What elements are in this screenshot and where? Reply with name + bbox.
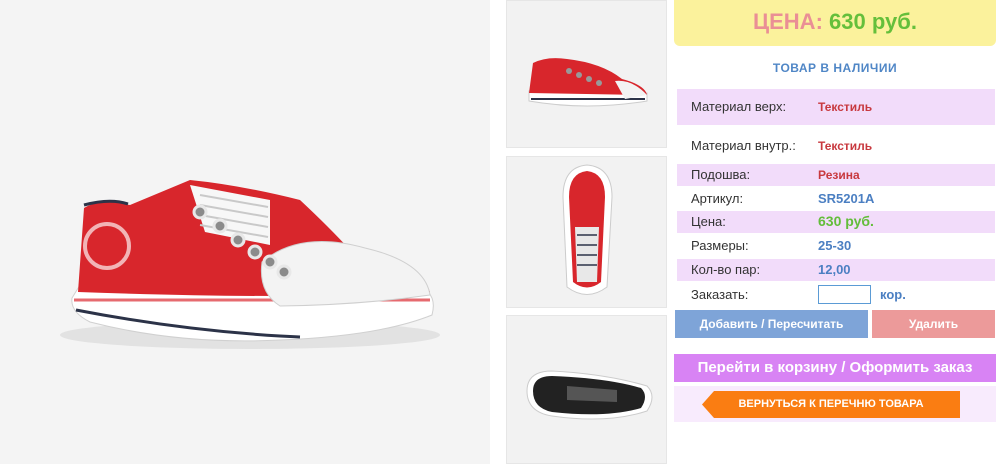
sneaker-thumb-top: [562, 164, 613, 295]
detail-key: Кол-во пар:: [691, 262, 761, 277]
detail-key: Подошва:: [691, 167, 751, 182]
thumbnail-side-view[interactable]: [506, 0, 667, 148]
detail-row-price: Цена: 630 руб.: [677, 211, 995, 233]
detail-row-pairs: Кол-во пар: 12,00: [677, 259, 995, 281]
thumbnail-top-view[interactable]: [506, 156, 667, 308]
stock-status: ТОВАР В НАЛИЧИИ: [772, 61, 898, 75]
thumbnail-sole-view[interactable]: [506, 315, 667, 464]
back-to-list-button[interactable]: ВЕРНУТЬСЯ К ПЕРЕЧНЮ ТОВАРА: [702, 391, 960, 418]
detail-value: Резина: [818, 168, 860, 182]
go-to-cart-button[interactable]: Перейти в корзину / Оформить заказ: [674, 354, 996, 382]
price-label: ЦЕНА:: [753, 9, 823, 34]
order-quantity-input[interactable]: [818, 285, 871, 304]
detail-key: Материал верх:: [691, 99, 787, 114]
price-header: ЦЕНА: 630 руб.: [674, 0, 996, 46]
detail-value: 25-30: [818, 238, 852, 253]
detail-value: Текстиль: [818, 100, 873, 114]
detail-row-sole: Подошва: Резина: [677, 164, 995, 186]
add-recalculate-button[interactable]: Добавить / Пересчитать: [675, 310, 868, 338]
detail-key: Цена:: [691, 214, 726, 229]
order-label: Заказать:: [691, 287, 749, 302]
detail-value: SR5201A: [818, 191, 875, 206]
detail-key: Материал внутр.:: [691, 138, 796, 153]
order-unit: кор.: [880, 287, 906, 302]
detail-key: Артикул:: [691, 191, 744, 206]
detail-value: 12,00: [818, 262, 851, 277]
detail-value: 630 руб.: [818, 213, 874, 229]
sneaker-side-image: [60, 180, 440, 349]
delete-button[interactable]: Удалить: [872, 310, 995, 338]
sneaker-thumb-sole: [526, 370, 653, 420]
detail-row-sizes: Размеры: 25-30: [677, 235, 995, 257]
detail-row-material-inner: Материал внутр.: Текстиль: [677, 128, 995, 164]
detail-row-article: Артикул: SR5201A: [677, 188, 995, 210]
detail-row-material-top: Материал верх: Текстиль: [677, 89, 995, 125]
main-product-photo[interactable]: [0, 0, 490, 464]
detail-value: Текстиль: [818, 139, 873, 153]
sneaker-thumb-side: [528, 58, 648, 107]
price-value: 630 руб.: [829, 9, 917, 34]
detail-key: Размеры:: [691, 238, 749, 253]
